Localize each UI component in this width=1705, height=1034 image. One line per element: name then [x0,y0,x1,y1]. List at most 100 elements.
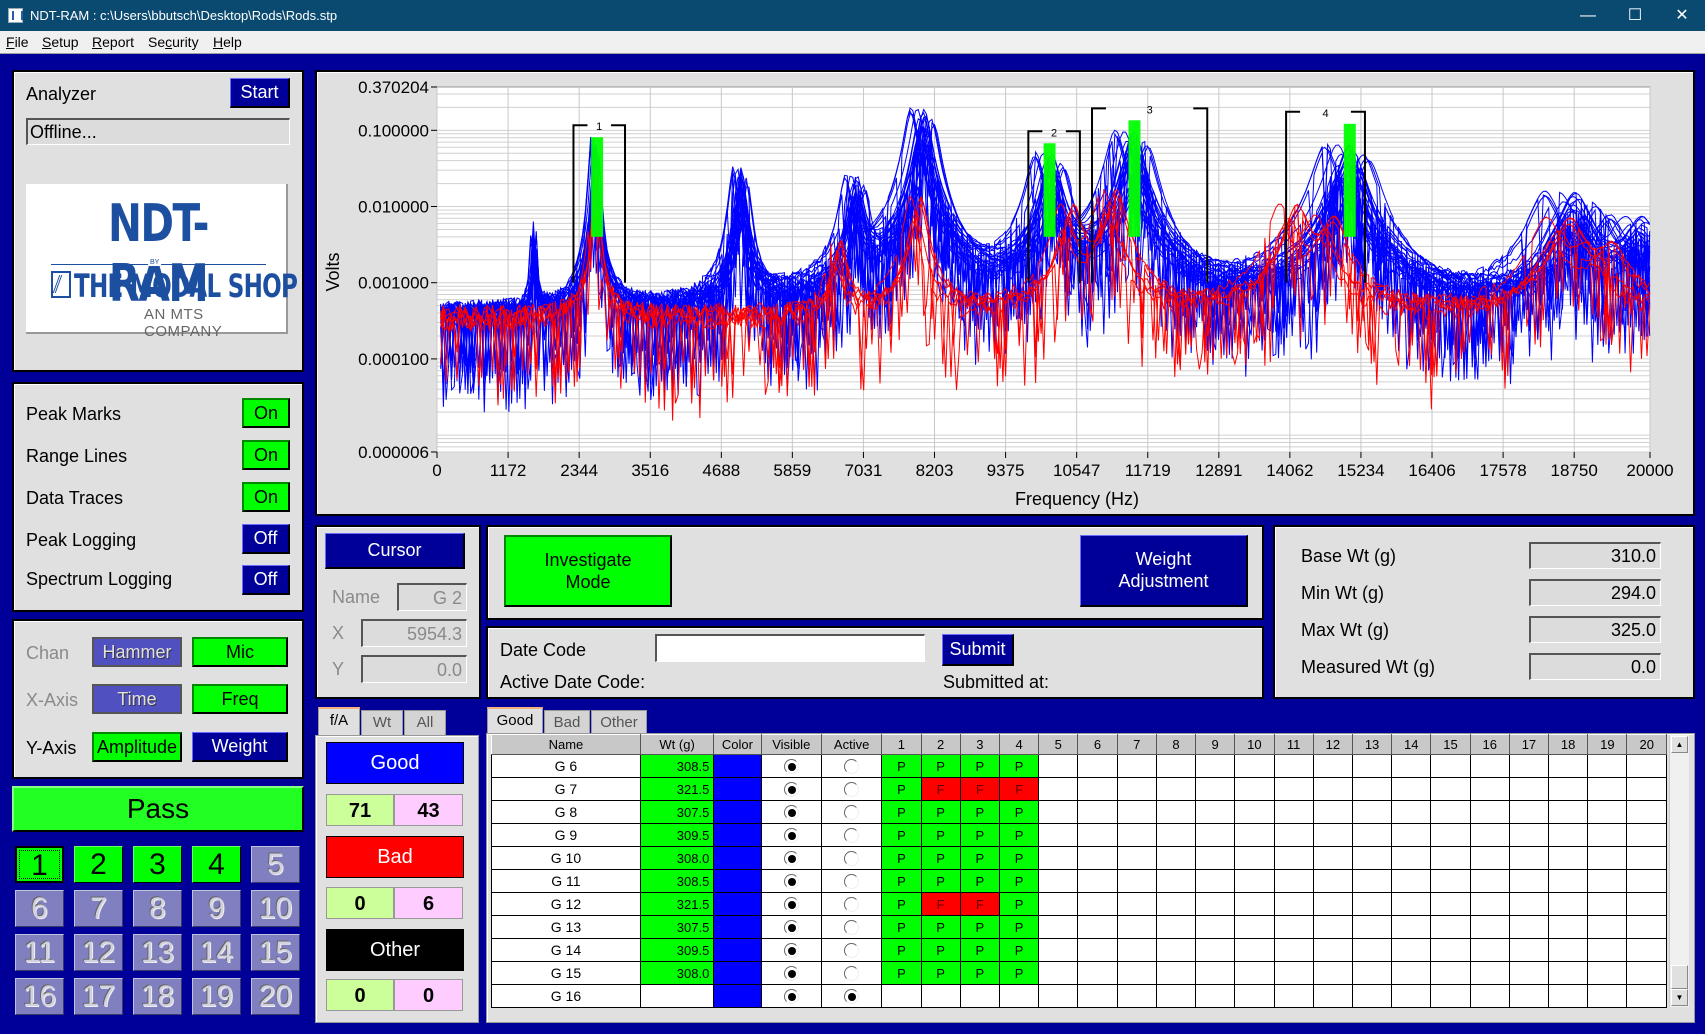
row-visible[interactable] [760,800,822,824]
peak-button-5[interactable]: 5 [251,846,300,883]
date-code-input[interactable] [655,634,925,662]
visible-radio[interactable] [783,805,799,821]
column-header-color[interactable]: Color [713,734,762,755]
visible-radio[interactable] [783,782,799,798]
peak-button-7[interactable]: 7 [74,890,123,927]
column-header-wt-g[interactable]: Wt (g) [639,734,715,755]
column-header-13[interactable]: 13 [1351,734,1393,755]
tab-wt[interactable]: Wt [361,710,403,736]
peak-button-11[interactable]: 11 [15,934,64,971]
table-scrollbar[interactable]: ▲ ▼ [1669,735,1689,1007]
spectrum-logging-toggle[interactable]: Off [242,565,290,595]
row-active[interactable] [820,892,883,916]
chan-mic-button[interactable]: Mic [192,637,288,667]
column-header-20[interactable]: 20 [1626,734,1667,755]
row-visible[interactable] [760,754,822,778]
column-header-name[interactable]: Name [491,734,641,755]
column-header-18[interactable]: 18 [1548,734,1589,755]
table-row[interactable]: G 10 308.0 P P P P [491,846,1667,870]
active-radio[interactable] [844,920,860,936]
peak-button-19[interactable]: 19 [192,978,241,1015]
row-visible[interactable] [760,846,822,870]
bad-group-button[interactable]: Bad [326,836,464,878]
peak-button-14[interactable]: 14 [192,934,241,971]
scroll-down-icon[interactable]: ▼ [1671,989,1688,1006]
scroll-up-icon[interactable]: ▲ [1671,736,1688,753]
table-row[interactable]: G 16 [491,984,1667,1008]
column-header-19[interactable]: 19 [1587,734,1628,755]
peak-button-18[interactable]: 18 [133,978,182,1015]
column-header-active[interactable]: Active [820,734,883,755]
peak-button-15[interactable]: 15 [251,934,300,971]
menu-help[interactable]: Help [213,34,242,50]
peak-button-17[interactable]: 17 [74,978,123,1015]
peak-button-13[interactable]: 13 [133,934,182,971]
peak-button-1[interactable]: 1 [15,846,64,883]
visible-radio[interactable] [783,966,799,982]
xaxis-freq-button[interactable]: Freq [192,684,288,714]
row-visible[interactable] [760,892,822,916]
row-color-swatch[interactable] [713,800,762,824]
chan-hammer-button[interactable]: Hammer [92,637,182,667]
column-header-4[interactable]: 4 [998,734,1040,755]
table-row[interactable]: G 15 308.0 P P P P [491,961,1667,985]
active-radio[interactable] [844,828,860,844]
row-color-swatch[interactable] [713,869,762,893]
visible-radio[interactable] [783,989,799,1005]
active-radio[interactable] [844,989,860,1005]
row-color-swatch[interactable] [713,846,762,870]
table-row[interactable]: G 9 309.5 P P P P [491,823,1667,847]
peak-button-12[interactable]: 12 [74,934,123,971]
weight-adjustment-button[interactable]: Weight Adjustment [1080,535,1248,607]
peak-button-8[interactable]: 8 [133,890,182,927]
row-visible[interactable] [760,823,822,847]
peak-logging-toggle[interactable]: Off [242,524,290,554]
row-visible[interactable] [760,869,822,893]
row-color-swatch[interactable] [713,754,762,778]
other-group-button[interactable]: Other [326,929,464,971]
row-color-swatch[interactable] [713,984,762,1008]
visible-radio[interactable] [783,759,799,775]
close-icon[interactable]: ✕ [1659,0,1705,31]
menu-setup[interactable]: Setup [42,34,79,50]
peak-button-6[interactable]: 6 [15,890,64,927]
active-radio[interactable] [844,782,860,798]
peak-button-20[interactable]: 20 [251,978,300,1015]
peak-marks-toggle[interactable]: On [242,398,290,428]
active-radio[interactable] [844,966,860,982]
table-row[interactable]: G 7 321.5 P F F F [491,777,1667,801]
row-visible[interactable] [760,938,822,962]
peak-button-16[interactable]: 16 [15,978,64,1015]
data-traces-toggle[interactable]: On [242,482,290,512]
column-header-16[interactable]: 16 [1469,734,1510,755]
table-row[interactable]: G 14 309.5 P P P P [491,938,1667,962]
row-active[interactable] [820,961,883,985]
table-row[interactable]: G 12 321.5 P F F P [491,892,1667,916]
good-group-button[interactable]: Good [326,742,464,784]
row-visible[interactable] [760,777,822,801]
active-radio[interactable] [844,759,860,775]
active-radio[interactable] [844,851,860,867]
active-radio[interactable] [844,874,860,890]
row-active[interactable] [820,984,883,1008]
row-active[interactable] [820,938,883,962]
tab-fa[interactable]: f/A [318,707,360,736]
active-radio[interactable] [844,943,860,959]
row-visible[interactable] [760,961,822,985]
visible-radio[interactable] [783,897,799,913]
spectrum-chart[interactable]: 1 2 3 4 0.370204 0.100000 0.010000 0.001000 0.0… [317,72,1693,514]
row-visible[interactable] [760,915,822,939]
column-header-3[interactable]: 3 [959,734,1000,755]
table-row[interactable]: G 13 307.5 P P P P [491,915,1667,939]
row-color-swatch[interactable] [713,777,762,801]
row-active[interactable] [820,915,883,939]
visible-radio[interactable] [783,943,799,959]
row-color-swatch[interactable] [713,938,762,962]
row-active[interactable] [820,754,883,778]
visible-radio[interactable] [783,828,799,844]
row-visible[interactable] [760,984,822,1008]
row-active[interactable] [820,869,883,893]
row-color-swatch[interactable] [713,823,762,847]
visible-radio[interactable] [783,851,799,867]
column-header-2[interactable]: 2 [920,734,961,755]
